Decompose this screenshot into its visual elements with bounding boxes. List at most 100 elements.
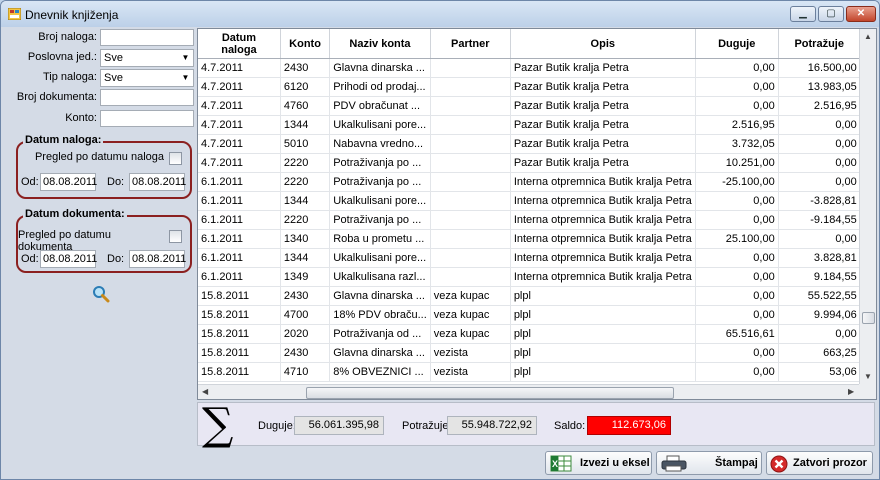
datum-naloga-cell: 4.7.2011	[198, 153, 281, 173]
partner-cell	[430, 229, 511, 249]
export-excel-button[interactable]: X Izvezi u eksel	[545, 451, 652, 475]
opis-cell: plpl	[510, 324, 696, 344]
datum-naloga-od-input[interactable]: 08.08.2011	[40, 173, 97, 191]
broj-dokumenta-label: Broj dokumenta:	[16, 91, 97, 103]
table-row[interactable]: 4.7.2011 1344 Ukalkulisani pore... Pazar Bu…	[198, 115, 876, 135]
maximize-button[interactable]: ▢	[818, 6, 844, 22]
column-partner-header[interactable]: Partner	[430, 29, 511, 59]
tip-naloga-label: Tip naloga:	[42, 71, 97, 83]
print-label: Štampaj	[715, 457, 758, 469]
table-row[interactable]: 15.8.2011 4710 8% OBVEZNICI ... vezista plpl…	[198, 362, 876, 382]
table-row[interactable]: 4.7.2011 2430 Glavna dinarska ... Pazar But…	[198, 58, 876, 78]
konto-cell: 2430	[280, 286, 331, 306]
opis-cell: Pazar Butik kralja Petra	[510, 58, 696, 78]
naziv-konta-cell: Nabavna vredno...	[329, 134, 431, 154]
potrazuje-cell: 0,00	[778, 153, 861, 173]
table-row[interactable]: 6.1.2011 1344 Ukalkulisani pore... Interna …	[198, 191, 876, 211]
broj-naloga-input[interactable]	[100, 29, 194, 46]
scroll-corner	[859, 384, 876, 399]
horizontal-scroll-thumb[interactable]	[306, 387, 674, 399]
opis-cell: Pazar Butik kralja Petra	[510, 77, 696, 97]
column-datum-naloga-header[interactable]: Datum naloga	[198, 29, 281, 59]
scroll-right-icon[interactable]: ▶	[848, 387, 854, 396]
duguje-cell: 0,00	[695, 58, 779, 78]
scroll-up-icon[interactable]: ▲	[864, 32, 872, 41]
potrazuje-cell: -3.828,81	[778, 191, 861, 211]
export-excel-label: Izvezi u eksel	[580, 457, 650, 469]
datum-naloga-cell: 4.7.2011	[198, 96, 281, 116]
window-title: Dnevnik knjiženja	[25, 8, 119, 22]
title-bar: Dnevnik knjiženja ▁ ▢ ✕	[1, 1, 879, 27]
datum-naloga-do-label: Do:	[107, 176, 125, 188]
table-row[interactable]: 15.8.2011 4700 18% PDV obraču... veza kupac…	[198, 305, 876, 325]
datum-naloga-do-input[interactable]: 08.08.2011	[129, 173, 186, 191]
opis-cell: plpl	[510, 362, 696, 382]
duguje-cell: 0,00	[695, 248, 779, 268]
opis-cell: plpl	[510, 343, 696, 363]
opis-cell: Interna otpremnica Butik kralja Petra	[510, 267, 696, 287]
datum-naloga-checkbox[interactable]	[169, 152, 182, 165]
table-row[interactable]: 6.1.2011 2220 Potraživanja po ... Interna o…	[198, 172, 876, 192]
saldo-total: 112.673,06	[587, 416, 671, 435]
print-button[interactable]: Štampaj	[656, 451, 762, 475]
column-potrazuje-header[interactable]: Potražuje	[778, 29, 861, 59]
duguje-cell: 3.732,05	[695, 134, 779, 154]
datum-naloga-cell: 4.7.2011	[198, 58, 281, 78]
konto-cell: 4700	[280, 305, 331, 325]
duguje-cell: 0,00	[695, 77, 779, 97]
table-row[interactable]: 15.8.2011 2020 Potraživanja od ... veza kup…	[198, 324, 876, 344]
datum-naloga-cell: 15.8.2011	[198, 324, 281, 344]
saldo-label: Saldo:	[554, 420, 586, 432]
close-window-button[interactable]: Zatvori prozor	[766, 451, 873, 475]
potrazuje-cell: 53,06	[778, 362, 861, 382]
table-row[interactable]: 15.8.2011 2430 Glavna dinarska ... vezista p…	[198, 343, 876, 363]
poslovna-jed-select[interactable]: Sve ▼	[100, 49, 194, 67]
table-row[interactable]: 4.7.2011 6120 Prihodi od prodaj... Pazar Bu…	[198, 77, 876, 97]
table-row[interactable]: 6.1.2011 1349 Ukalkulisana razl... Interna …	[198, 267, 876, 287]
table-row[interactable]: 6.1.2011 1344 Ukalkulisani pore... Interna …	[198, 248, 876, 268]
naziv-konta-cell: Potraživanja po ...	[329, 210, 431, 230]
vertical-scrollbar[interactable]: ▲ ▼	[859, 29, 876, 384]
column-konto-header[interactable]: Konto	[280, 29, 331, 59]
duguje-cell: -25.100,00	[695, 172, 779, 192]
column-naziv-konta-header[interactable]: Naziv konta	[329, 29, 431, 59]
datum-naloga-od-label: Od:	[21, 176, 39, 188]
potrazuje-cell: 3.828,81	[778, 248, 861, 268]
summary-panel: ∑ Duguje: 56.061.395,98 Potražuje: 55.94…	[197, 399, 875, 450]
naziv-konta-cell: Prihodi od prodaj...	[329, 77, 431, 97]
tip-naloga-select[interactable]: Sve ▼	[100, 69, 194, 87]
search-icon[interactable]	[92, 285, 110, 303]
column-duguje-header[interactable]: Duguje	[695, 29, 779, 59]
broj-dokumenta-input[interactable]	[100, 89, 194, 106]
table-row[interactable]: 6.1.2011 1340 Roba u prometu ... Interna ot…	[198, 229, 876, 249]
naziv-konta-cell: Potraživanja po ...	[329, 153, 431, 173]
column-opis-header[interactable]: Opis	[510, 29, 696, 59]
konto-cell: 2430	[280, 58, 331, 78]
datum-naloga-cell: 6.1.2011	[198, 248, 281, 268]
minimize-button[interactable]: ▁	[790, 6, 816, 22]
table-row[interactable]: 4.7.2011 5010 Nabavna vredno... Pazar Butik…	[198, 134, 876, 154]
table-row[interactable]: 6.1.2011 2220 Potraživanja po ... Interna o…	[198, 210, 876, 230]
opis-cell: Interna otpremnica Butik kralja Petra	[510, 210, 696, 230]
chevron-down-icon[interactable]: ▼	[178, 50, 193, 66]
chevron-down-icon[interactable]: ▼	[178, 70, 193, 86]
datum-dokumenta-checkbox[interactable]	[169, 230, 182, 243]
table-row[interactable]: 15.8.2011 2430 Glavna dinarska ... veza kup…	[198, 286, 876, 306]
scroll-down-icon[interactable]: ▼	[864, 372, 872, 381]
close-window-label: Zatvori prozor	[793, 457, 867, 469]
vertical-scroll-thumb[interactable]	[862, 312, 875, 324]
naziv-konta-cell: Glavna dinarska ...	[329, 58, 431, 78]
sigma-icon: ∑	[202, 399, 234, 450]
horizontal-scrollbar[interactable]: ◀ ▶	[198, 384, 859, 399]
potrazuje-label: Potražuje:	[402, 420, 452, 432]
partner-cell	[430, 248, 511, 268]
scroll-left-icon[interactable]: ◀	[202, 387, 208, 396]
opis-cell: Interna otpremnica Butik kralja Petra	[510, 172, 696, 192]
table-row[interactable]: 4.7.2011 2220 Potraživanja po ... Pazar But…	[198, 153, 876, 173]
datum-naloga-cell: 6.1.2011	[198, 210, 281, 230]
window-close-button[interactable]: ✕	[846, 6, 876, 22]
table-row[interactable]: 4.7.2011 4760 PDV obračunat ... Pazar Butik…	[198, 96, 876, 116]
konto-input[interactable]	[100, 110, 194, 127]
datum-dokumenta-do-input[interactable]: 08.08.2011	[129, 250, 186, 268]
datum-dokumenta-od-input[interactable]: 08.08.2011	[40, 250, 97, 268]
